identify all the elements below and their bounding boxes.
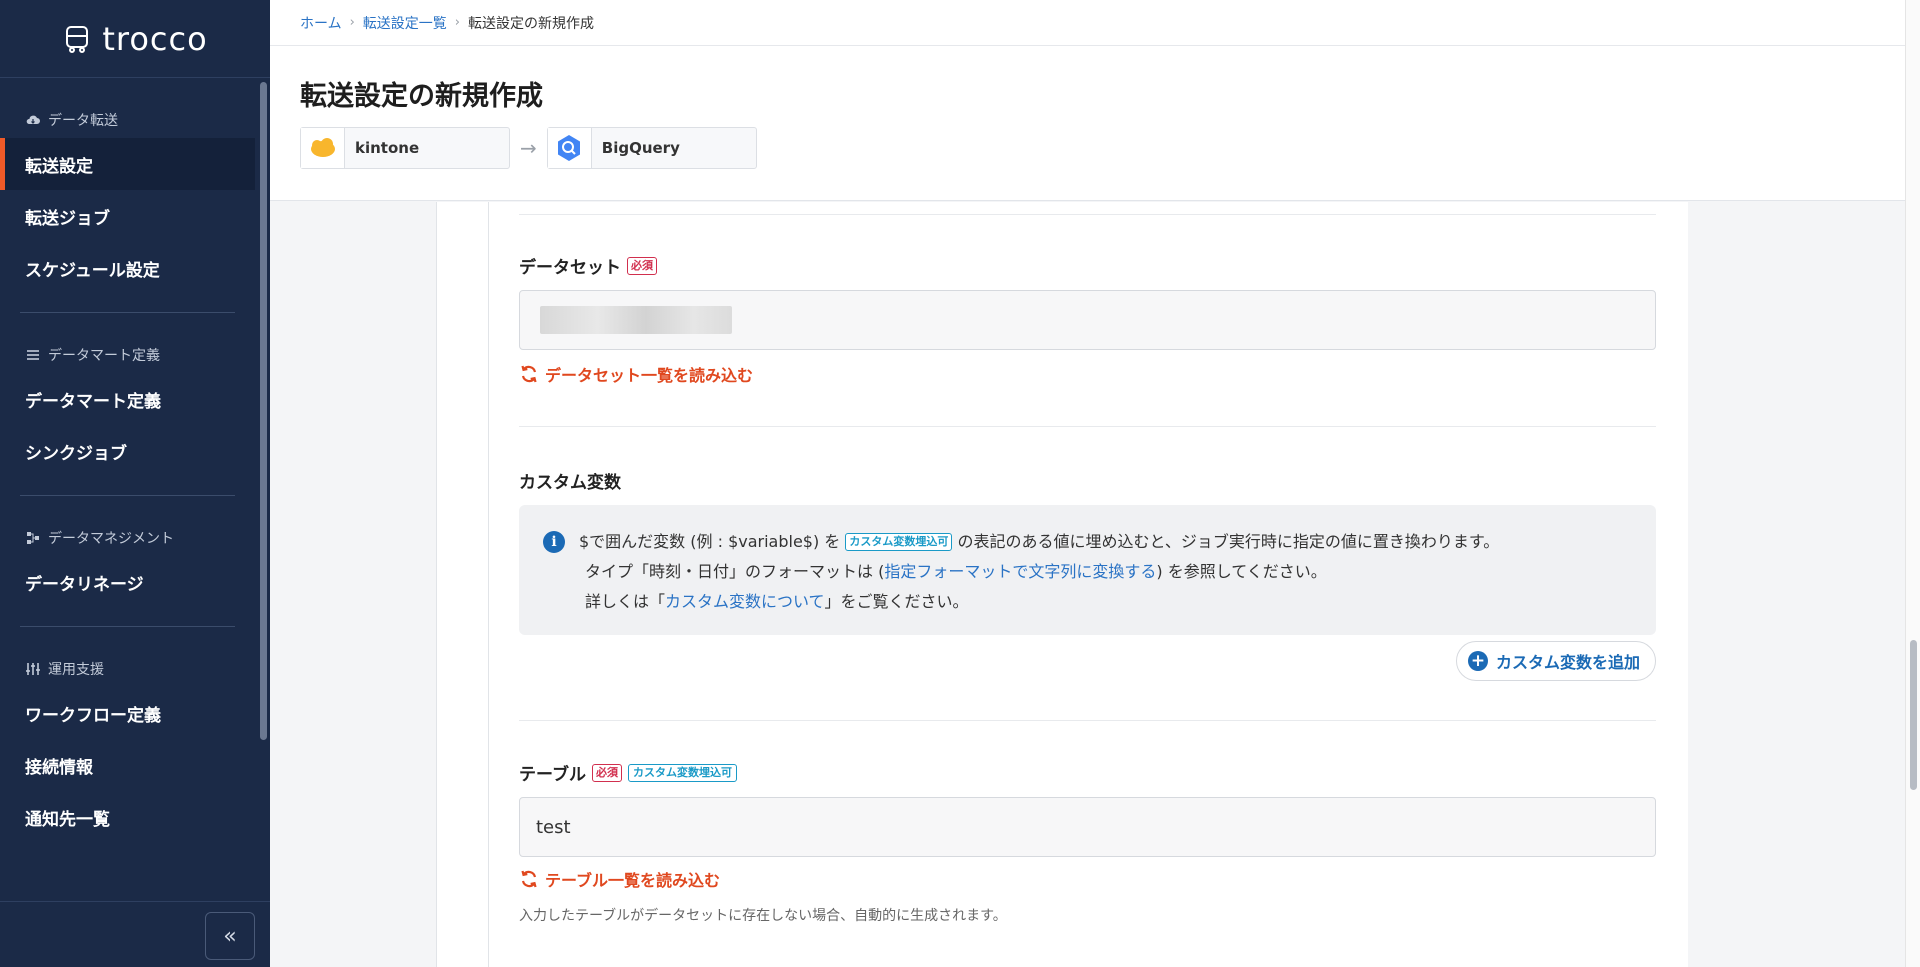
custom-variables-section: カスタム変数 i $で囲んだ変数 (例 : $variable$) を カスタム… [519,468,1656,681]
chevron-right-icon: › [349,15,355,30]
custom-variables-doc-link[interactable]: カスタム変数について [665,592,825,611]
section-data-management: データマネジメント [0,520,270,556]
double-chevron-left-icon: « [223,923,237,949]
arrow-right-icon: → [520,136,537,160]
logo[interactable]: trocco [0,0,270,78]
sidebar-item-schedule[interactable]: スケジュール設定 [0,242,270,294]
lineage-icon [27,532,39,544]
sidebar: trocco データ転送 転送設定 転送ジョブ スケジュール設定 データマート定… [0,0,270,967]
table-reload-link[interactable]: テーブル一覧を読み込む [519,867,1656,891]
breadcrumb-transfer-list[interactable]: 転送設定一覧 [363,13,447,33]
collapse-sidebar-button[interactable]: « [205,912,255,960]
table-field: テーブル 必須 カスタム変数埋込可 test テーブル一覧を読み込む 入力したテ… [519,760,1656,925]
page-scrollbar[interactable] [1905,0,1920,967]
required-badge: 必須 [591,763,622,782]
sliders-icon [26,663,40,675]
custom-variables-label-text: カスタム変数 [519,473,621,493]
section-title: データマート定義 [48,348,160,364]
dataset-label: データセット 必須 [519,253,1656,278]
table-help-text: 入力したテーブルがデータセットに存在しない場合、自動的に生成されます。 [519,908,1007,924]
sidebar-fade [0,861,270,901]
sidebar-nav: データ転送 転送設定 転送ジョブ スケジュール設定 データマート定義 データマー… [0,78,270,898]
section-ops-support: 運用支援 [0,651,270,687]
trocco-logo-icon [66,25,89,53]
info-text: タイプ「時刻・日付」のフォーマットは ( [585,562,885,581]
page-header: ホーム › 転送設定一覧 › 転送設定の新規作成 転送設定の新規作成 kinto… [270,0,1905,201]
destination-connector: BigQuery [546,127,757,169]
sidebar-item-notifications[interactable]: 通知先一覧 [0,791,270,843]
logo-text: trocco [102,19,208,58]
refresh-icon [521,870,537,888]
custom-variables-info: i $で囲んだ変数 (例 : $variable$) を カスタム変数埋込可 の… [519,505,1656,635]
dataset-reload-label: データセット一覧を読み込む [545,366,754,385]
info-line-1: $で囲んだ変数 (例 : $variable$) を カスタム変数埋込可 の表記… [579,527,1499,557]
required-badge: 必須 [627,256,657,275]
divider [519,720,1656,721]
breadcrumb: ホーム › 転送設定一覧 › 転送設定の新規作成 [270,0,1905,46]
custom-var-badge: カスタム変数埋込可 [627,763,737,782]
info-line-3: 詳しくは「カスタム変数について」をご覧ください。 [579,587,1499,617]
info-text: ) を参照してください。 [1156,562,1327,581]
section-title: 運用支援 [48,662,104,678]
divider [519,426,1656,427]
redacted-value [540,306,732,334]
section-data-transfer: データ転送 [0,102,270,138]
sidebar-item-workflow[interactable]: ワークフロー定義 [0,687,270,739]
sidebar-item-datamart[interactable]: データマート定義 [0,373,270,425]
kintone-icon [301,128,345,168]
page-title: 転送設定の新規作成 [300,81,543,112]
destination-connector-label: BigQuery [601,139,680,157]
cloud-icon [26,115,40,124]
divider [20,495,235,496]
chevron-right-icon: › [454,15,460,30]
dataset-label-text: データセット [519,258,621,278]
table-input[interactable]: test [519,797,1656,857]
info-icon: i [543,531,565,553]
section-datamart: データマート定義 [0,337,270,373]
source-connector-label: kintone [355,139,420,157]
table-reload-label: テーブル一覧を読み込む [545,871,721,890]
divider [20,312,235,313]
info-text: $で囲んだ変数 (例 : $variable$) を [579,532,841,551]
page-scrollbar-thumb[interactable] [1910,640,1917,790]
breadcrumb-current: 転送設定の新規作成 [468,15,594,32]
custom-var-badge: カスタム変数埋込可 [845,533,953,551]
table-label-text: テーブル [519,765,586,785]
info-text: の表記のある値に埋め込むと、ジョブ実行時に指定の値に置き換わります。 [957,532,1500,551]
custom-variables-label: カスタム変数 [519,468,1656,493]
sidebar-item-data-lineage[interactable]: データリネージ [0,556,270,608]
sidebar-item-sync-jobs[interactable]: シンクジョブ [0,425,270,477]
sidebar-item-connections[interactable]: 接続情報 [0,739,270,791]
dataset-input[interactable] [519,290,1656,350]
section-title: データマネジメント [48,531,174,547]
source-connector: kintone [300,127,510,169]
add-custom-variable-label: カスタム変数を追加 [1495,653,1640,672]
table-label: テーブル 必須 カスタム変数埋込可 [519,760,1656,785]
sidebar-scrollbar[interactable] [260,82,267,740]
info-text: 」をご覧ください。 [824,592,969,611]
divider [519,214,1656,215]
section-title: データ転送 [48,113,118,129]
info-text: 詳しくは「 [585,592,666,611]
info-line-2: タイプ「時刻・日付」のフォーマットは (指定フォーマットで文字列に変換する) を… [579,557,1499,587]
breadcrumb-home[interactable]: ホーム [300,13,342,33]
connector-summary: kintone → BigQuery [270,127,1905,169]
plus-circle-icon: + [1467,651,1488,671]
sidebar-item-transfer-settings[interactable]: 転送設定 [0,138,255,190]
sidebar-footer: « [0,901,270,967]
bigquery-icon [547,128,592,168]
sidebar-item-transfer-jobs[interactable]: 転送ジョブ [0,190,270,242]
dataset-field: データセット 必須 データセット一覧を読み込む [519,253,1656,386]
refresh-icon [521,365,537,383]
add-custom-variable-button[interactable]: + カスタム変数を追加 [1455,641,1656,681]
list-icon [27,350,39,360]
format-link[interactable]: 指定フォーマットで文字列に変換する [884,562,1156,581]
dataset-reload-link[interactable]: データセット一覧を読み込む [519,362,1656,386]
divider [20,626,235,627]
table-input-value: test [536,816,571,838]
